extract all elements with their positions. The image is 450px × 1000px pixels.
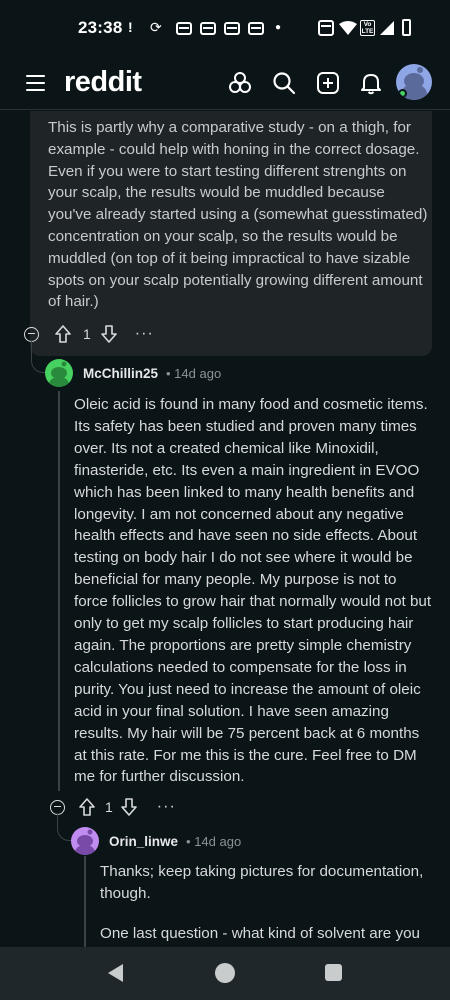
volte-icon: Vo LTE xyxy=(360,20,375,36)
comment-thread: This is partly why a comparative study -… xyxy=(0,111,450,947)
dot-icon: ● xyxy=(275,22,282,33)
comment-author-row: McChillin25 • 14d ago xyxy=(45,359,221,387)
username[interactable]: Orin_linwe xyxy=(109,834,178,849)
user-avatar[interactable] xyxy=(71,827,99,855)
menu-icon[interactable] xyxy=(26,75,45,91)
more-options-icon[interactable]: ··· xyxy=(135,325,154,343)
thread-line xyxy=(84,856,86,947)
community-icon[interactable] xyxy=(228,71,252,95)
nfc-icon xyxy=(318,20,334,36)
comment-timestamp: • 14d ago xyxy=(166,365,222,381)
search-icon[interactable] xyxy=(272,71,296,95)
thread-line xyxy=(58,391,60,791)
comment-author-row: Orin_linwe • 14d ago xyxy=(71,827,241,855)
comment-body: Thanks; keep taking pictures for documen… xyxy=(100,861,434,947)
downvote-icon[interactable] xyxy=(120,798,137,816)
recents-icon[interactable] xyxy=(325,964,342,981)
username[interactable]: McChillin25 xyxy=(83,366,158,381)
reddit-logo[interactable]: reddit xyxy=(64,66,142,99)
vote-count: 1 xyxy=(105,799,113,815)
downvote-icon[interactable] xyxy=(100,325,117,343)
create-post-icon[interactable] xyxy=(316,71,340,95)
avatar[interactable] xyxy=(396,64,432,100)
battery-icon xyxy=(402,19,411,36)
upvote-icon[interactable] xyxy=(79,798,95,816)
wifi-icon xyxy=(339,21,357,35)
vote-count: 1 xyxy=(83,326,91,342)
message-icon xyxy=(200,22,216,35)
system-navigation-bar xyxy=(0,947,450,1000)
back-icon[interactable] xyxy=(108,964,123,982)
home-icon[interactable] xyxy=(215,963,235,983)
notifications-icon[interactable] xyxy=(359,71,383,95)
sync-icon: ⟳ xyxy=(150,19,162,35)
comment-body: Oleic acid is found in many food and cos… xyxy=(74,396,432,786)
more-options-icon[interactable]: ··· xyxy=(157,798,176,816)
comment-paragraph: One last question - what kind of solvent… xyxy=(100,924,420,942)
thread-connector xyxy=(57,813,71,841)
status-bar: 23:38 ! ⟳ ● Vo LTE xyxy=(0,0,450,56)
alert-icon: ! xyxy=(128,19,133,35)
upvote-icon[interactable] xyxy=(55,325,71,343)
status-time: 23:38 xyxy=(78,18,123,37)
comment-paragraph: Thanks; keep taking pictures for documen… xyxy=(100,863,424,902)
user-avatar[interactable] xyxy=(45,359,73,387)
thread-connector xyxy=(31,340,45,373)
signal-icon xyxy=(380,21,394,35)
parent-comment-body: This is partly why a comparative study -… xyxy=(48,119,428,311)
message-icon xyxy=(176,22,192,35)
app-header: reddit xyxy=(0,56,450,110)
message-icon xyxy=(248,22,264,35)
message-icon xyxy=(224,22,240,35)
comment-timestamp: • 14d ago xyxy=(186,833,242,849)
